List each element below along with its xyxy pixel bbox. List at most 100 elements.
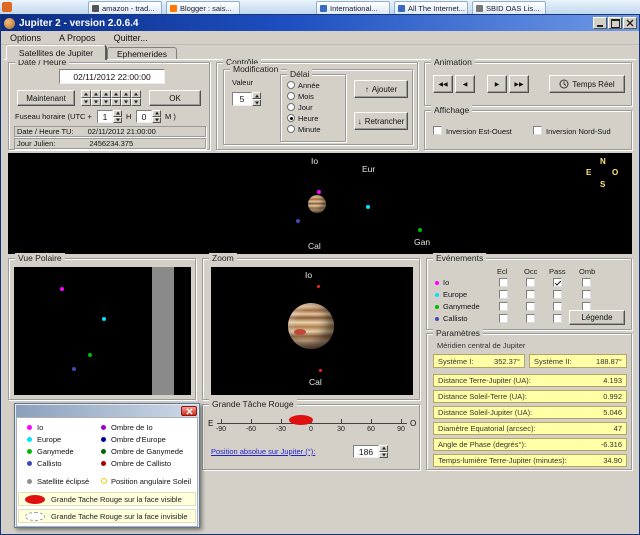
titlebar[interactable]: Jupiter 2 - version 2.0.6.4 bbox=[1, 15, 639, 31]
fuseau-h-input[interactable]: 1 bbox=[97, 110, 113, 123]
grande-tache-marker[interactable] bbox=[289, 415, 313, 425]
legende-button[interactable]: Légende bbox=[569, 310, 625, 325]
maximize-button[interactable] bbox=[608, 17, 622, 29]
callisto-pass-checkbox[interactable] bbox=[553, 314, 562, 323]
datetime-spinner[interactable] bbox=[121, 90, 131, 106]
ok-button[interactable]: OK bbox=[149, 90, 201, 106]
spin-up-icon[interactable] bbox=[91, 90, 101, 98]
europe-moon-dot bbox=[102, 317, 106, 321]
spin-down-icon[interactable] bbox=[81, 98, 91, 106]
tu-label: Date / Heure TU: bbox=[17, 127, 74, 136]
datetime-spinner[interactable] bbox=[81, 90, 91, 106]
spin-down-icon[interactable] bbox=[113, 116, 122, 123]
anim-forward-button[interactable]: ▶▶ bbox=[509, 75, 529, 93]
valeur-spinner[interactable] bbox=[252, 92, 261, 106]
ganymede-pass-checkbox[interactable] bbox=[553, 302, 562, 311]
io-omb-checkbox[interactable] bbox=[582, 278, 591, 287]
position-absolue-spinner[interactable] bbox=[379, 445, 388, 458]
io-ecl-checkbox[interactable] bbox=[499, 278, 508, 287]
group-legend: Paramètres bbox=[433, 328, 483, 338]
inversion-est-ouest-label[interactable]: Inversion Est-Ouest bbox=[446, 127, 512, 136]
popup-close-button[interactable] bbox=[181, 406, 197, 416]
radio-annee[interactable] bbox=[287, 81, 295, 89]
scale-number: -90 bbox=[215, 426, 227, 433]
tab-label: amazon - trad... bbox=[102, 3, 155, 13]
group-legend: Délai bbox=[287, 69, 313, 79]
spin-down-icon[interactable] bbox=[101, 98, 111, 106]
popup-titlebar[interactable] bbox=[16, 405, 198, 417]
tab-favicon bbox=[320, 4, 327, 12]
radio-annee-label[interactable]: Année bbox=[298, 81, 320, 90]
menu-options[interactable]: Options bbox=[1, 33, 50, 43]
ajouter-button[interactable]: ↑ Ajouter bbox=[354, 80, 408, 98]
anim-step-back-button[interactable]: ◀ bbox=[455, 75, 475, 93]
valeur-input[interactable]: 5 bbox=[232, 92, 252, 106]
spin-down-icon[interactable] bbox=[252, 99, 261, 106]
callisto-occ-checkbox[interactable] bbox=[526, 314, 535, 323]
scale-tick bbox=[251, 419, 252, 424]
temps-reel-button[interactable]: Temps Réel bbox=[549, 75, 625, 93]
spin-up-icon[interactable] bbox=[81, 90, 91, 98]
position-absolue-link[interactable]: Position absolue sur Jupiter (°): bbox=[211, 447, 315, 456]
column-header-pass: Pass bbox=[549, 267, 566, 276]
legend-callisto: Callisto bbox=[37, 459, 62, 468]
spin-up-icon[interactable] bbox=[111, 90, 121, 98]
minimize-button[interactable] bbox=[593, 17, 607, 29]
datetime-spinner[interactable] bbox=[111, 90, 121, 106]
radio-minute[interactable] bbox=[287, 125, 295, 133]
io-occ-checkbox[interactable] bbox=[526, 278, 535, 287]
datetime-spinner[interactable] bbox=[101, 90, 111, 106]
radio-heure[interactable] bbox=[287, 114, 295, 122]
inversion-est-ouest-checkbox[interactable] bbox=[433, 126, 442, 135]
radio-mois[interactable] bbox=[287, 92, 295, 100]
spin-up-icon[interactable] bbox=[101, 90, 111, 98]
europe-ecl-checkbox[interactable] bbox=[499, 290, 508, 299]
app-launcher-icon[interactable] bbox=[2, 2, 12, 12]
io-pass-checkbox[interactable] bbox=[553, 278, 562, 287]
spin-down-icon[interactable] bbox=[379, 451, 388, 458]
fuseau-h-spinner[interactable] bbox=[113, 110, 122, 123]
fuseau-m-input[interactable]: 0 bbox=[136, 110, 152, 123]
datetime-input[interactable]: 02/11/2012 22:00:00 bbox=[59, 69, 165, 84]
ganymede-occ-checkbox[interactable] bbox=[526, 302, 535, 311]
zoom-view: Io Cal bbox=[211, 267, 413, 395]
spin-up-icon[interactable] bbox=[131, 90, 141, 98]
datetime-spinner[interactable] bbox=[91, 90, 101, 106]
spin-down-icon[interactable] bbox=[111, 98, 121, 106]
spin-down-icon[interactable] bbox=[152, 116, 161, 123]
europe-omb-checkbox[interactable] bbox=[582, 290, 591, 299]
spin-down-icon[interactable] bbox=[91, 98, 101, 106]
browser-tab[interactable]: All The Internet... bbox=[394, 1, 468, 14]
radio-minute-label[interactable]: Minute bbox=[298, 125, 321, 134]
close-button[interactable] bbox=[623, 17, 637, 29]
spin-down-icon[interactable] bbox=[131, 98, 141, 106]
retrancher-button[interactable]: ↓ Retrancher bbox=[354, 112, 408, 130]
anim-rewind-button[interactable]: ◀◀ bbox=[433, 75, 453, 93]
ganymede-color-dot bbox=[27, 449, 32, 454]
radio-heure-label[interactable]: Heure bbox=[298, 114, 318, 123]
tab-satellites[interactable]: Satellites de Jupiter bbox=[6, 45, 106, 60]
inversion-nord-sud-checkbox[interactable] bbox=[533, 126, 542, 135]
radio-jour-label[interactable]: Jour bbox=[298, 103, 313, 112]
browser-tab[interactable]: Blogger : sais... bbox=[166, 1, 240, 14]
anim-step-forward-button[interactable]: ▶ bbox=[487, 75, 507, 93]
maintenant-button[interactable]: Maintenant bbox=[17, 90, 75, 106]
browser-tab[interactable]: International... bbox=[316, 1, 390, 14]
position-absolue-input[interactable]: 186 bbox=[353, 445, 379, 458]
spin-down-icon[interactable] bbox=[121, 98, 131, 106]
fuseau-m-spinner[interactable] bbox=[152, 110, 161, 123]
datetime-spinner[interactable] bbox=[131, 90, 141, 106]
spin-up-icon[interactable] bbox=[121, 90, 131, 98]
browser-tab[interactable]: SBID OAS Lis... bbox=[472, 1, 546, 14]
radio-mois-label[interactable]: Mois bbox=[298, 92, 314, 101]
europe-occ-checkbox[interactable] bbox=[526, 290, 535, 299]
inversion-nord-sud-label[interactable]: Inversion Nord-Sud bbox=[546, 127, 611, 136]
radio-jour[interactable] bbox=[287, 103, 295, 111]
europe-pass-checkbox[interactable] bbox=[553, 290, 562, 299]
menu-a-propos[interactable]: A Propos bbox=[50, 33, 105, 43]
menu-quitter[interactable]: Quitter... bbox=[105, 33, 157, 43]
browser-tab[interactable]: amazon - trad... bbox=[88, 1, 162, 14]
spin-up-icon[interactable] bbox=[252, 92, 261, 99]
ganymede-ecl-checkbox[interactable] bbox=[499, 302, 508, 311]
callisto-ecl-checkbox[interactable] bbox=[499, 314, 508, 323]
